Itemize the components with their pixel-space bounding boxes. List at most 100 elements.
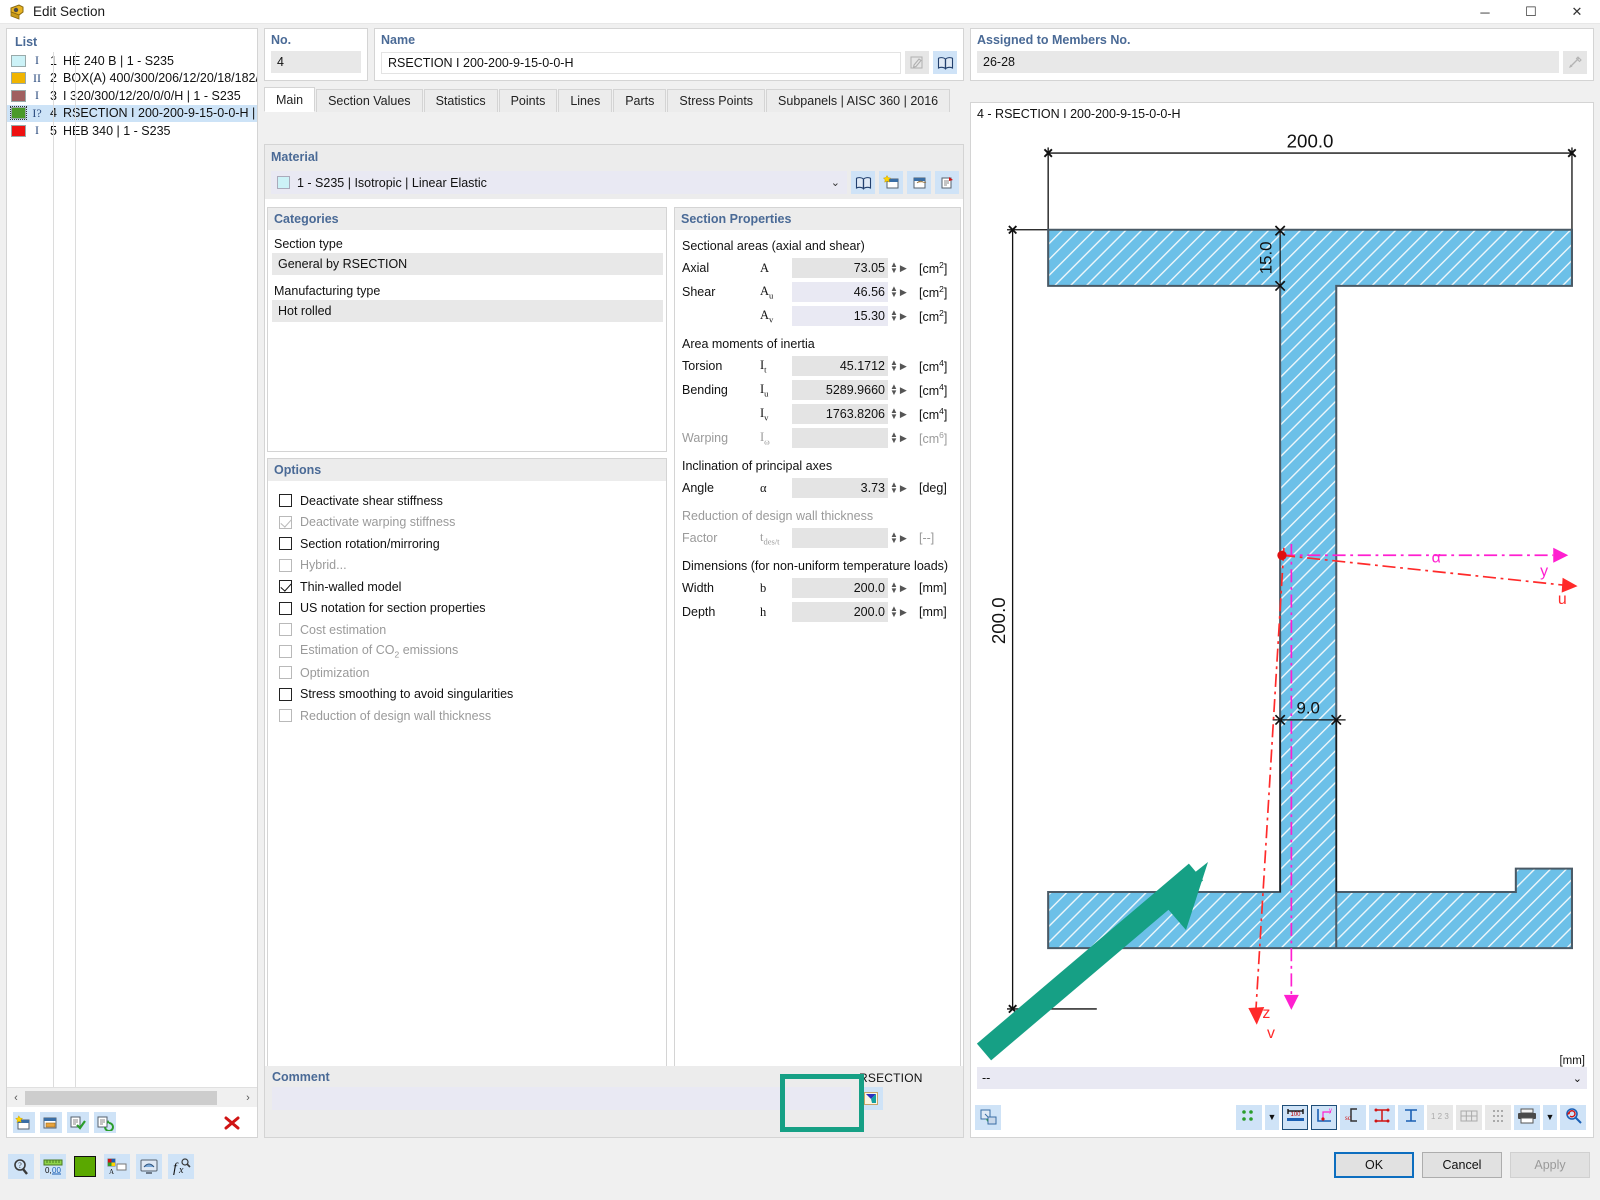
edit-material-button[interactable] — [907, 171, 931, 194]
property-value-input[interactable]: 1763.8206 — [792, 404, 888, 424]
option-label: Optimization — [300, 666, 369, 680]
manufacturing-type-value[interactable]: Hot rolled — [272, 300, 663, 322]
check-sections-button[interactable] — [67, 1112, 89, 1133]
option-checkbox-row[interactable]: Section rotation/mirroring — [279, 533, 666, 555]
material-select[interactable]: 1 - S235 | Isotropic | Linear Elastic ⌄ — [271, 171, 847, 194]
show-axes-button[interactable]: y — [1311, 1105, 1337, 1130]
spinner-controls[interactable]: ▲▼▶ — [888, 380, 912, 400]
copy-section-button[interactable] — [40, 1112, 62, 1133]
print-button[interactable] — [1514, 1105, 1540, 1130]
no-value[interactable]: 4 — [271, 51, 361, 73]
tab-statistics[interactable]: Statistics — [424, 89, 498, 112]
tab-subpanels-aisc-360-2016[interactable]: Subpanels | AISC 360 | 2016 — [766, 89, 950, 112]
maximize-button[interactable]: ☐ — [1508, 0, 1554, 24]
section-list[interactable]: I1HE 240 B | 1 - S235II2BOX(A) 400/300/2… — [7, 52, 257, 1087]
formula-button[interactable]: f x — [168, 1154, 194, 1179]
property-value-input[interactable]: 5289.9660 — [792, 380, 888, 400]
view-mode-button[interactable] — [136, 1154, 162, 1179]
spinner-controls[interactable]: ▲▼▶ — [888, 306, 912, 326]
show-shear-center-button[interactable]: sc — [1340, 1105, 1366, 1130]
left-column: Categories Section type General by RSECT… — [267, 207, 667, 1135]
property-value-input[interactable]: 45.1712 — [792, 356, 888, 376]
delete-section-button[interactable] — [221, 1112, 243, 1133]
spinner-controls[interactable]: ▲▼▶ — [888, 478, 912, 498]
name-library-button[interactable] — [933, 51, 957, 74]
display-props-button[interactable]: A — [104, 1154, 130, 1179]
scrollbar-track[interactable] — [25, 1091, 239, 1105]
scrollbar-thumb[interactable] — [25, 1091, 217, 1105]
property-value-input[interactable]: 46.56 — [792, 282, 888, 302]
checkbox-icon[interactable] — [279, 580, 292, 593]
zoom-reset-button[interactable] — [1560, 1105, 1586, 1130]
help-button[interactable]: ? — [8, 1154, 34, 1179]
pick-members-button[interactable] — [1563, 51, 1587, 74]
show-stress-points-button[interactable] — [1369, 1105, 1395, 1130]
section-tabs[interactable]: MainSection ValuesStatisticsPointsLinesP… — [264, 87, 964, 112]
scroll-left-arrow[interactable]: ‹ — [7, 1092, 25, 1104]
option-checkbox-row[interactable]: Stress smoothing to avoid singularities — [279, 684, 666, 706]
tab-parts[interactable]: Parts — [613, 89, 666, 112]
tab-lines[interactable]: Lines — [558, 89, 612, 112]
property-value-input[interactable]: 200.0 — [792, 602, 888, 622]
spinner-controls[interactable]: ▲▼▶ — [888, 404, 912, 424]
property-value-input[interactable]: 3.73 — [792, 478, 888, 498]
spinner-controls[interactable]: ▲▼▶ — [888, 356, 912, 376]
assigned-members-value[interactable]: 26-28 — [977, 51, 1559, 73]
points-icon — [1240, 1108, 1259, 1127]
material-library-button[interactable] — [851, 171, 875, 194]
list-horizontal-scrollbar[interactable]: ‹ › — [7, 1087, 257, 1107]
checkbox-icon[interactable] — [279, 537, 292, 550]
property-value-input[interactable]: 15.30 — [792, 306, 888, 326]
option-checkbox-row[interactable]: US notation for section properties — [279, 598, 666, 620]
cancel-button[interactable]: Cancel — [1422, 1152, 1502, 1178]
view-points-dropdown-arrow[interactable]: ▼ — [1265, 1105, 1279, 1130]
show-dimensions-button[interactable]: 100 — [1282, 1105, 1308, 1130]
list-item[interactable]: I?4RSECTION I 200-200-9-15-0-0-H | 1 - S… — [7, 105, 257, 123]
chevron-down-icon[interactable]: ⌄ — [1573, 1072, 1582, 1085]
spinner-controls[interactable]: ▲▼▶ — [888, 282, 912, 302]
tab-points[interactable]: Points — [499, 89, 558, 112]
tab-stress-points[interactable]: Stress Points — [667, 89, 765, 112]
tab-section-values[interactable]: Section Values — [316, 89, 422, 112]
print-dropdown-arrow[interactable]: ▼ — [1543, 1105, 1557, 1130]
spinner-controls[interactable]: ▲▼▶ — [888, 258, 912, 278]
tab-main[interactable]: Main — [264, 87, 315, 112]
property-value-input[interactable]: 200.0 — [792, 578, 888, 598]
viewer-result-select[interactable]: -- ⌄ — [977, 1067, 1587, 1089]
list-item-label: HE 240 B | 1 - S235 — [63, 54, 174, 68]
units-button[interactable]: 0, 00 — [40, 1154, 66, 1179]
option-label: Estimation of CO2 emissions — [300, 643, 458, 660]
close-button[interactable]: ✕ — [1554, 0, 1600, 24]
checkbox-icon[interactable] — [279, 688, 292, 701]
list-item[interactable]: I3I 320/300/12/20/0/0/H | 1 - S235 — [7, 87, 257, 105]
apply-button[interactable]: Apply — [1510, 1152, 1590, 1178]
grid-icon — [1459, 1108, 1479, 1127]
edit-name-button[interactable] — [905, 51, 929, 74]
chevron-down-icon[interactable]: ⌄ — [831, 176, 843, 189]
checkbox-icon[interactable] — [279, 602, 292, 615]
ok-button[interactable]: OK — [1334, 1152, 1414, 1178]
spinner-controls[interactable]: ▲▼▶ — [888, 602, 912, 622]
minimize-button[interactable]: ─ — [1462, 0, 1508, 24]
list-item[interactable]: I5HEB 340 | 1 - S235 — [7, 122, 257, 140]
material-info-button[interactable] — [935, 171, 959, 194]
new-material-button[interactable] — [879, 171, 903, 194]
color-button[interactable] — [72, 1154, 98, 1179]
snap-settings-button[interactable] — [975, 1105, 1001, 1130]
checkbox-icon[interactable] — [279, 494, 292, 507]
show-parts-button[interactable] — [1398, 1105, 1424, 1130]
list-item-label: RSECTION I 200-200-9-15-0-0-H | 1 - S2 — [63, 106, 257, 120]
spinner-controls[interactable]: ▲▼▶ — [888, 578, 912, 598]
option-checkbox-row[interactable]: Thin-walled model — [279, 576, 666, 598]
property-value-input[interactable]: 73.05 — [792, 258, 888, 278]
scroll-right-arrow[interactable]: › — [239, 1092, 257, 1104]
list-item[interactable]: II2BOX(A) 400/300/206/12/20/18/182/0/0 | — [7, 70, 257, 88]
section-type-value[interactable]: General by RSECTION — [272, 253, 663, 275]
option-checkbox-row[interactable]: Deactivate shear stiffness — [279, 490, 666, 512]
renumber-sections-button[interactable] — [94, 1112, 116, 1133]
name-input[interactable]: RSECTION I 200-200-9-15-0-0-H — [381, 52, 901, 74]
view-points-button[interactable] — [1236, 1105, 1262, 1130]
section-drawing[interactable]: 200.0 200.0 — [971, 125, 1593, 1051]
list-item[interactable]: I1HE 240 B | 1 - S235 — [7, 52, 257, 70]
new-section-button[interactable] — [13, 1112, 35, 1133]
